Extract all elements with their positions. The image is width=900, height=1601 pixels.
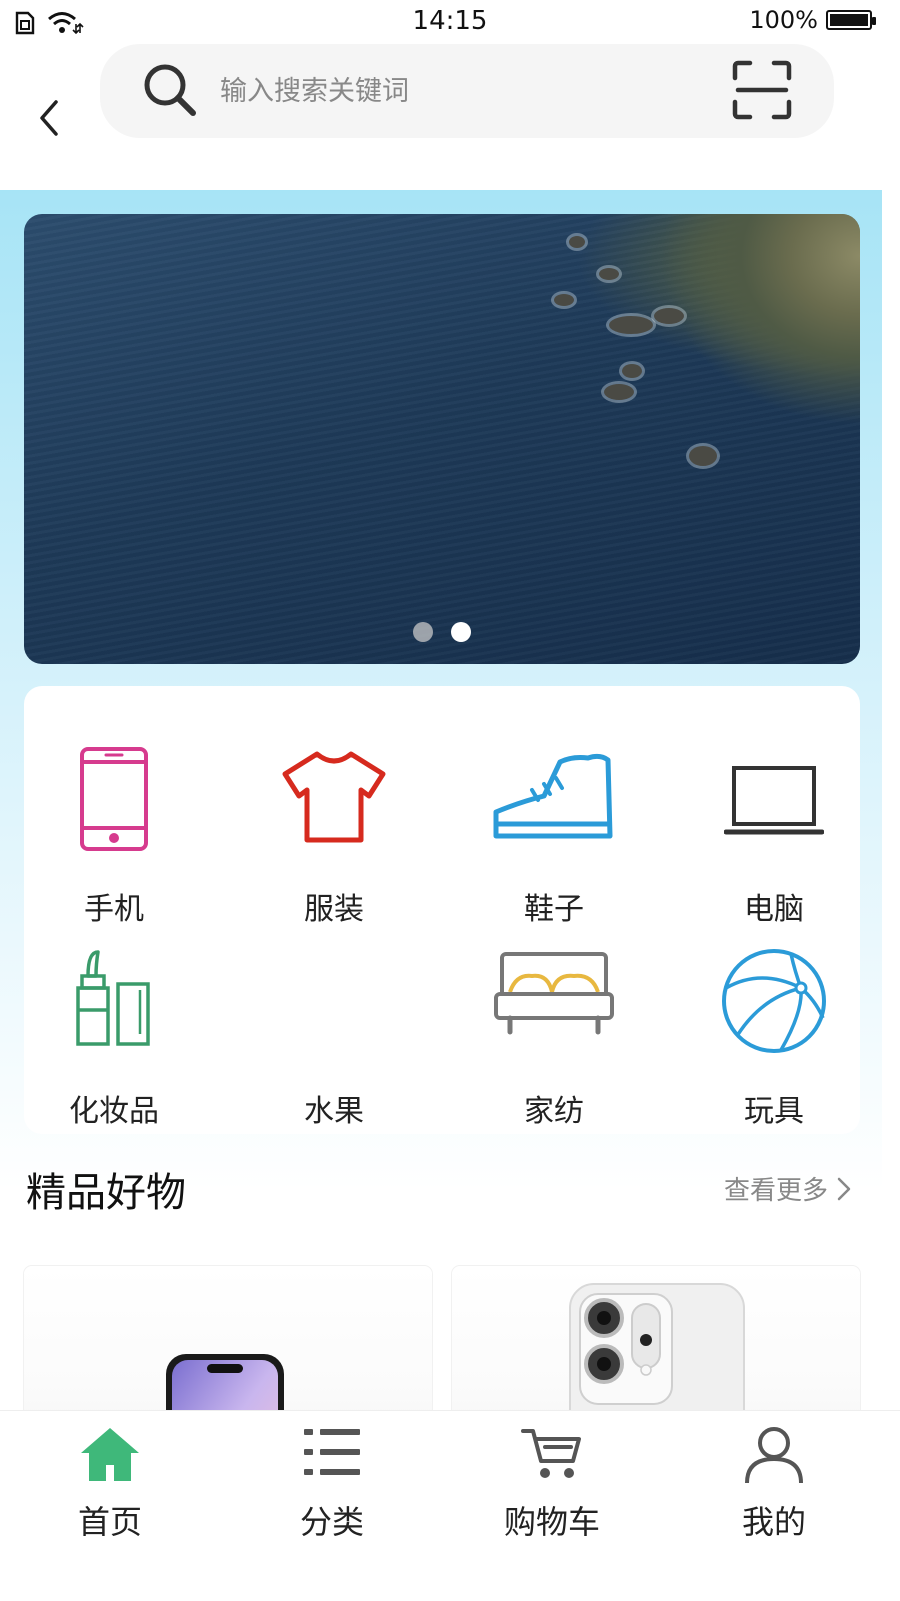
category-home-textile[interactable]: 家纺 [454, 948, 654, 1138]
battery-percent: 100% [749, 6, 818, 34]
section-title: 精品好物 [26, 1170, 186, 1216]
bottom-tab-bar: 首页 分类 购物车 我的 [0, 1410, 900, 1601]
tab-profile[interactable]: 我的 [694, 1421, 854, 1551]
tab-category[interactable]: 分类 [252, 1421, 412, 1551]
tab-cart[interactable]: 购物车 [472, 1421, 632, 1551]
category-label: 电脑 [744, 892, 804, 927]
home-icon [81, 1428, 139, 1481]
banner-carousel[interactable] [24, 214, 860, 664]
tab-label: 我的 [741, 1503, 806, 1541]
cart-icon [521, 1429, 581, 1478]
category-grid: 手机 服装 鞋子 电脑 化妆品 水果 家纺 玩具 [24, 686, 860, 1134]
chevron-left-icon [40, 100, 58, 136]
search-icon [144, 64, 196, 116]
lipstick-icon [76, 950, 150, 1046]
chevron-right-icon [837, 1177, 851, 1200]
category-toys[interactable]: 玩具 [674, 948, 874, 1138]
tab-label: 购物车 [503, 1503, 600, 1541]
banner-rock [622, 364, 642, 378]
banner-rock [604, 384, 634, 400]
banner-rock [554, 294, 574, 306]
category-label: 鞋子 [524, 892, 584, 927]
category-label: 手机 [84, 892, 144, 927]
status-bar: 14:15 100% [0, 0, 900, 44]
category-cosmetics[interactable]: 化妆品 [14, 948, 214, 1138]
search-bar[interactable] [100, 44, 834, 138]
shoe-icon [493, 753, 613, 839]
banner-rock [654, 308, 684, 324]
laptop-icon [724, 766, 824, 835]
tshirt-icon [282, 751, 386, 843]
category-shoes[interactable]: 鞋子 [454, 746, 654, 936]
tab-label: 首页 [77, 1503, 142, 1541]
user-icon [745, 1427, 803, 1484]
view-more-label: 查看更多 [723, 1176, 828, 1206]
bed-icon [494, 952, 614, 1035]
tab-label: 分类 [299, 1503, 364, 1541]
search-input[interactable] [218, 66, 702, 116]
view-more-link[interactable]: 查看更多 [724, 1170, 852, 1207]
banner-rock [569, 236, 585, 248]
category-fruit[interactable]: 水果 [234, 948, 434, 1138]
category-computer[interactable]: 电脑 [674, 746, 874, 936]
list-icon [304, 1429, 360, 1475]
category-label: 家纺 [524, 1094, 584, 1129]
battery-icon [826, 10, 876, 30]
smartphone-icon [80, 747, 148, 851]
category-label: 服装 [304, 892, 364, 927]
category-phone[interactable]: 手机 [14, 746, 214, 936]
battery-fill [830, 14, 868, 26]
carousel-dot[interactable] [451, 622, 471, 642]
banner-rock [599, 268, 619, 280]
category-label: 水果 [304, 1094, 364, 1129]
category-label: 玩具 [744, 1094, 804, 1129]
back-button[interactable] [30, 96, 70, 140]
tab-home[interactable]: 首页 [30, 1421, 190, 1551]
carousel-dot[interactable] [413, 622, 433, 642]
carousel-dots [24, 622, 860, 642]
banner-rock [689, 446, 717, 466]
category-label: 化妆品 [69, 1094, 159, 1129]
category-clothing[interactable]: 服装 [234, 746, 434, 936]
ball-icon [722, 949, 826, 1053]
banner-rock [609, 316, 653, 334]
scan-icon[interactable] [732, 60, 792, 120]
